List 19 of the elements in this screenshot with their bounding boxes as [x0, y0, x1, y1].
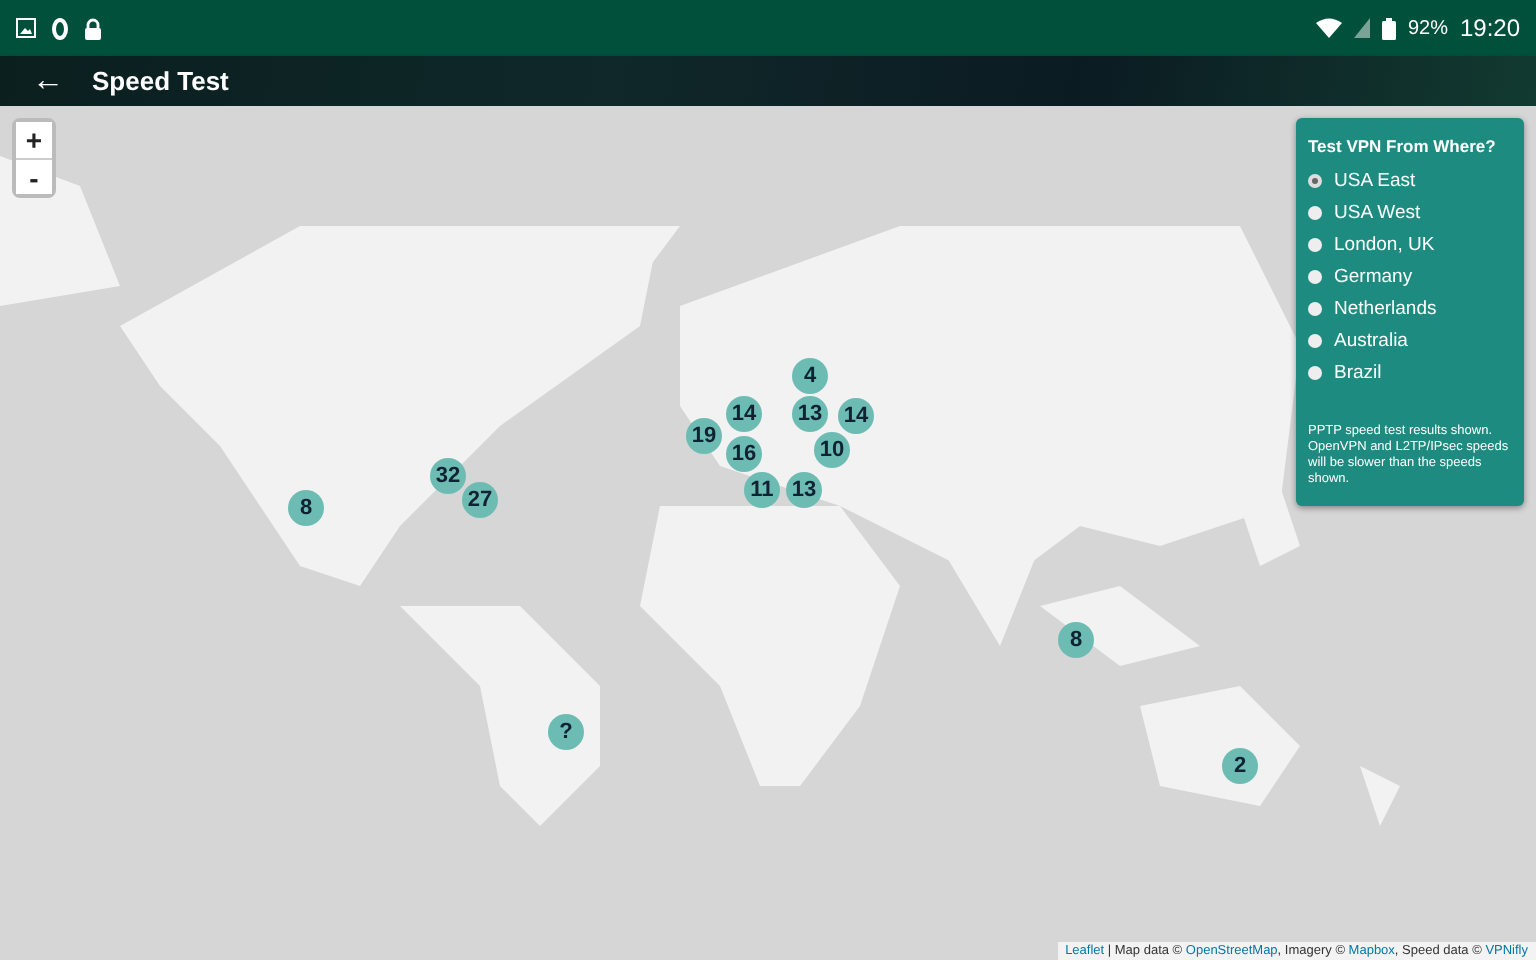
clock-time: 19:20	[1459, 14, 1520, 42]
image-icon	[16, 18, 36, 38]
page-title: Speed Test	[92, 66, 229, 96]
radio-option[interactable]: Germany	[1308, 266, 1512, 288]
lock-icon	[84, 17, 102, 39]
battery-percent: 92%	[1407, 17, 1448, 39]
radio-option[interactable]: USA East	[1308, 170, 1512, 192]
wifi-icon	[1315, 18, 1342, 38]
ring-icon	[52, 17, 68, 39]
radio-option[interactable]: USA West	[1308, 202, 1512, 224]
radio-option[interactable]: London, UK	[1308, 234, 1512, 256]
panel-title: Test VPN From Where?	[1308, 134, 1498, 158]
back-button[interactable]: ←	[24, 65, 72, 97]
radio-option[interactable]: Australia	[1308, 330, 1512, 352]
battery-icon	[1381, 17, 1396, 39]
radio-option[interactable]: Brazil	[1308, 362, 1512, 384]
radio-option[interactable]: Netherlands	[1308, 298, 1512, 320]
zoom-out-button[interactable]: -	[16, 158, 52, 194]
signal-icon	[1353, 18, 1370, 38]
